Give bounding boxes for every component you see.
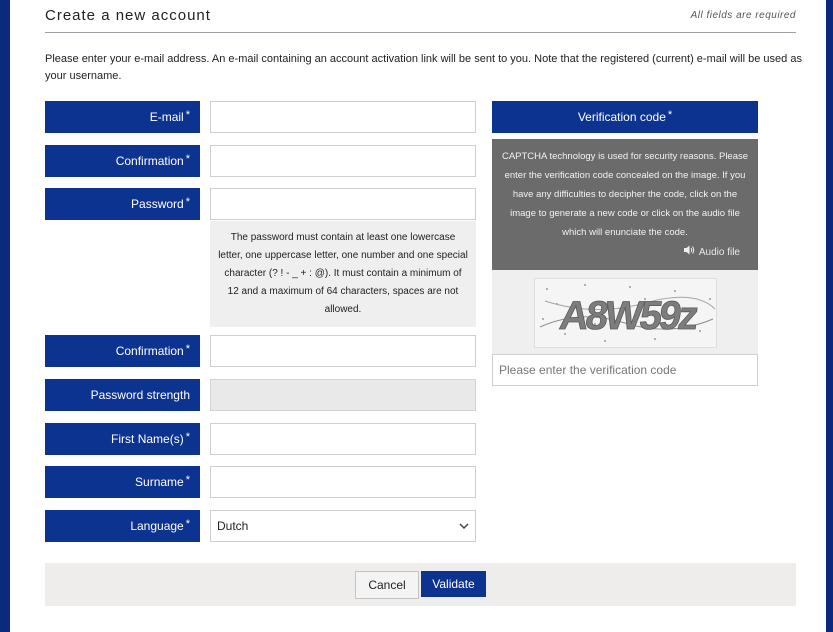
captcha-image[interactable]: A8W59z	[534, 278, 717, 348]
required-marker: *	[185, 474, 190, 486]
email-confirmation-field[interactable]	[210, 145, 476, 177]
required-marker: *	[185, 343, 190, 355]
language-select[interactable]: Dutch	[210, 510, 476, 542]
verification-code-input[interactable]	[492, 354, 758, 386]
required-note: All fields are required	[690, 10, 796, 21]
language-selected-value: Dutch	[217, 519, 249, 533]
language-label: Language *	[45, 510, 200, 542]
password-confirmation-field[interactable]	[210, 335, 476, 367]
surname-label: Surname *	[45, 466, 200, 498]
chevron-down-icon	[459, 511, 469, 553]
surname-field[interactable]	[210, 466, 476, 498]
verification-code-header: Verification code *	[492, 101, 758, 133]
captcha-info-panel: CAPTCHA technology is used for security …	[492, 139, 758, 270]
password-strength-label: Password strength	[45, 379, 200, 411]
captcha-area: A8W59z	[492, 270, 758, 354]
page-title: Create a new account	[45, 7, 211, 24]
audio-file-link[interactable]: Audio file	[683, 243, 740, 262]
required-marker: *	[185, 153, 190, 165]
password-label: Password *	[45, 188, 200, 220]
first-name-field[interactable]	[210, 423, 476, 455]
first-name-label: First Name(s) *	[45, 423, 200, 455]
cancel-button[interactable]: Cancel	[355, 571, 419, 599]
window-frame-left	[0, 0, 10, 632]
required-marker: *	[185, 431, 190, 443]
captcha-code-text: A8W59z	[557, 293, 701, 338]
password-requirements-hint: The password must contain at least one l…	[210, 221, 476, 327]
password-strength-meter	[210, 379, 476, 411]
email-field[interactable]	[210, 101, 476, 133]
page-header: Create a new account All fields are requ…	[45, 0, 796, 33]
email-label: E-mail *	[45, 101, 200, 133]
required-marker: *	[185, 196, 190, 208]
password-confirmation-label: Confirmation *	[45, 335, 200, 367]
form-actions-bar: Cancel Validate	[45, 563, 796, 606]
required-marker: *	[667, 109, 673, 121]
window-frame-right	[826, 0, 833, 632]
required-marker: *	[185, 109, 190, 121]
password-field[interactable]	[210, 188, 476, 220]
intro-text: Please enter your e-mail address. An e-m…	[45, 53, 802, 82]
captcha-info-text: CAPTCHA technology is used for security …	[501, 151, 749, 238]
validate-button[interactable]: Validate	[421, 571, 486, 597]
required-marker: *	[185, 518, 190, 530]
email-confirmation-label: Confirmation *	[45, 145, 200, 177]
speaker-icon	[683, 243, 695, 262]
